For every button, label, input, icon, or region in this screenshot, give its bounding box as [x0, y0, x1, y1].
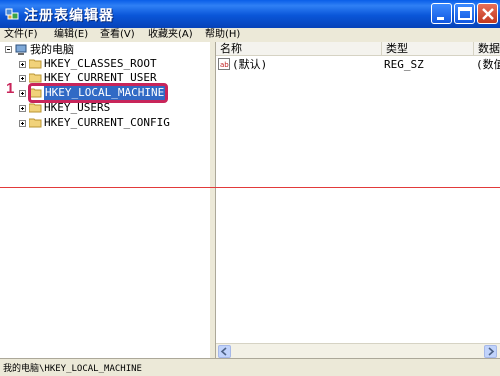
collapse-toggle[interactable] — [5, 46, 12, 53]
menu-help[interactable]: 帮助(H) — [205, 28, 240, 42]
window-title: 注册表编辑器 — [24, 8, 114, 24]
regedit-window: 注册表编辑器 文件(F) 编辑(E) 查看(V) 收藏夹(A) 帮助(H) 我的… — [0, 0, 500, 376]
menu-view[interactable]: 查看(V) — [100, 28, 135, 42]
regedit-icon — [5, 8, 19, 20]
svg-text:ab: ab — [220, 61, 229, 69]
close-button[interactable] — [477, 3, 498, 24]
scroll-left-button[interactable] — [218, 345, 231, 358]
arrow-left-icon — [220, 347, 227, 356]
step-number: 1 — [6, 80, 15, 97]
list-item[interactable]: ab (默认) REG_SZ (数值 — [216, 57, 500, 71]
expand-toggle[interactable] — [19, 120, 26, 127]
tree-item-label: HKEY_CURRENT_CONFIG — [44, 116, 170, 129]
value-name: (默认) — [232, 58, 268, 71]
tree-item-label: HKEY_CLASSES_ROOT — [44, 57, 157, 70]
values-pane[interactable]: 名称 类型 数据 ab (默认) REG_SZ (数值 — [216, 42, 500, 358]
value-type: REG_SZ — [384, 58, 424, 71]
column-header-type[interactable]: 类型 — [382, 42, 474, 56]
menu-bar: 文件(F) 编辑(E) 查看(V) 收藏夹(A) 帮助(H) — [0, 28, 500, 43]
maximize-button[interactable] — [454, 3, 475, 24]
expand-toggle[interactable] — [19, 75, 26, 82]
column-header-name[interactable]: 名称 — [216, 42, 382, 56]
close-icon — [482, 8, 494, 20]
expand-toggle[interactable] — [19, 90, 26, 97]
folder-icon — [29, 118, 42, 128]
status-bar: 我的电脑\HKEY_LOCAL_MACHINE — [0, 358, 500, 376]
folder-icon — [29, 73, 42, 83]
string-value-icon: ab — [218, 58, 230, 70]
folder-icon — [29, 103, 42, 113]
menu-edit[interactable]: 编辑(E) — [54, 28, 88, 42]
computer-icon — [15, 44, 27, 55]
tree-item-label: HKEY_USERS — [44, 101, 111, 114]
arrow-right-icon — [488, 347, 495, 356]
title-bar[interactable]: 注册表编辑器 — [0, 0, 500, 28]
guide-line — [0, 187, 500, 188]
minimize-icon — [437, 17, 444, 20]
expand-toggle[interactable] — [19, 61, 26, 68]
menu-favorites[interactable]: 收藏夹(A) — [148, 28, 193, 42]
expand-toggle[interactable] — [19, 105, 26, 112]
column-header-data[interactable]: 数据 — [474, 42, 500, 56]
tree-root-label: 我的电脑 — [30, 43, 74, 56]
status-path: 我的电脑\HKEY_LOCAL_MACHINE — [3, 364, 142, 374]
folder-icon — [29, 59, 42, 69]
minimize-button[interactable] — [431, 3, 452, 24]
value-data: (数值 — [476, 58, 500, 71]
highlight-box — [28, 83, 168, 103]
maximize-icon — [458, 7, 472, 20]
menu-file[interactable]: 文件(F) — [4, 28, 38, 42]
horizontal-scrollbar[interactable] — [216, 343, 500, 359]
scroll-right-button[interactable] — [484, 345, 497, 358]
